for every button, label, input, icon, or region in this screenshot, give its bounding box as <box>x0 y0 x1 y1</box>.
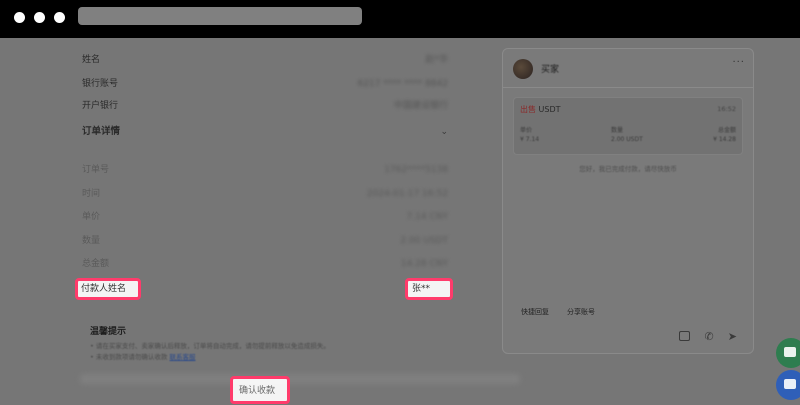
message-icon <box>784 347 796 357</box>
detail-row-quantity: 数量 2.00 USDT <box>82 233 448 249</box>
card-quantity: 数量 2.00 USDT <box>611 126 643 144</box>
confirm-receipt-label: 确认收款 <box>239 386 276 396</box>
send-icon[interactable]: ➤ <box>728 330 737 343</box>
chat-contact-name: 买家 <box>541 65 560 75</box>
card-quantity-value: 2.00 USDT <box>611 136 643 143</box>
window-dot-icon <box>14 12 25 23</box>
footer-bar <box>80 374 520 384</box>
order-no-value: 1762****5138 <box>384 165 448 175</box>
divider <box>503 87 753 88</box>
bank-label: 开户银行 <box>82 101 119 111</box>
tips-panel: 温馨提示 • 请在买家支付、卖家确认后释放，订单将自动完成，请勿提前释放以免造成… <box>90 324 470 363</box>
detail-row-order-no: 订单号 1762****5138 <box>82 162 448 178</box>
chat-fab-button[interactable] <box>776 338 800 368</box>
chat-toolbar: ✆ ➤ <box>670 325 737 343</box>
window-dot-icon <box>54 12 65 23</box>
total-value: 14.28 CNY <box>400 259 448 269</box>
card-price: 单价 ¥ 7.14 <box>520 126 539 144</box>
order-details-header[interactable]: 订单详情 ⌄ <box>82 124 448 140</box>
support-link[interactable]: 联系客服 <box>169 353 195 361</box>
order-time: 16:52 <box>717 105 736 113</box>
tip-line: • 请在买家支付、卖家确认后释放，订单将自动完成，请勿提前释放以免造成损失。 <box>90 342 330 350</box>
chat-hint: 您好，我已完成付款，请尽快放币 <box>579 165 677 173</box>
order-type: 出售 USDT <box>520 104 561 115</box>
payer-name-value: 张** <box>412 284 431 294</box>
detail-row-price: 单价 7.14 CNY <box>82 209 448 225</box>
price-label: 单价 <box>82 212 101 222</box>
card-price-label: 单价 <box>520 127 533 134</box>
window-dot-icon <box>34 12 45 23</box>
detail-row-time: 时间 2024-01-17 16:52 <box>82 186 448 202</box>
detail-row-account: 银行账号 6217 **** **** 8842 <box>82 76 448 92</box>
quantity-label: 数量 <box>82 236 101 246</box>
more-icon[interactable]: ··· <box>732 57 745 68</box>
phone-icon[interactable]: ✆ <box>704 330 713 343</box>
chat-bubble-icon <box>784 379 796 389</box>
quantity-value: 2.00 USDT <box>400 236 448 246</box>
payer-name-label: 付款人姓名 <box>81 284 127 294</box>
support-fab-button[interactable] <box>776 370 800 400</box>
order-details-title: 订单详情 <box>82 126 121 137</box>
detail-row-total: 总金额 14.28 CNY <box>82 256 448 272</box>
bank-value: 中国建设银行 <box>393 101 448 111</box>
order-no-label: 订单号 <box>82 165 110 175</box>
avatar <box>513 59 533 79</box>
time-label: 时间 <box>82 189 101 199</box>
payer-name-value-highlight: 张** <box>405 278 453 300</box>
card-total: 总金额 ¥ 14.28 <box>713 126 736 144</box>
tip-text: • 未收到款项请勿确认收款 <box>90 353 168 361</box>
tip-line-2: • 未收到款项请勿确认收款 联系客服 <box>90 352 470 363</box>
price-value: 7.14 CNY <box>406 212 448 222</box>
order-side: 出售 <box>520 105 536 114</box>
order-summary-card: 出售 USDT 16:52 单价 ¥ 7.14 数量 2.00 USDT 总金额… <box>513 97 743 155</box>
card-quantity-label: 数量 <box>611 127 624 134</box>
tips-title: 温馨提示 <box>90 327 127 337</box>
time-value: 2024-01-17 16:52 <box>366 189 448 199</box>
window-chrome <box>0 0 800 38</box>
account-label: 银行账号 <box>82 79 119 89</box>
card-total-label: 总金额 <box>717 127 736 134</box>
image-icon[interactable] <box>679 330 691 341</box>
detail-row-name: 姓名 赵*华 <box>82 52 448 68</box>
card-total-value: ¥ 14.28 <box>713 136 736 143</box>
card-price-value: ¥ 7.14 <box>520 136 540 143</box>
payer-name-label-highlight: 付款人姓名 <box>75 278 141 300</box>
name-value: 赵*华 <box>425 55 448 65</box>
chevron-down-icon[interactable]: ⌄ <box>440 124 448 140</box>
chat-panel: 买家 ··· 出售 USDT 16:52 单价 ¥ 7.14 数量 2.00 U… <box>502 48 754 354</box>
address-bar[interactable] <box>78 7 362 25</box>
confirm-receipt-button[interactable]: 确认收款 <box>230 376 290 404</box>
order-page: 姓名 赵*华 银行账号 6217 **** **** 8842 开户银行 中国建… <box>0 38 800 405</box>
share-account-button[interactable]: 分享账号 <box>567 307 595 317</box>
total-label: 总金额 <box>82 259 110 269</box>
detail-row-bank: 开户银行 中国建设银行 <box>82 98 448 114</box>
name-label: 姓名 <box>82 55 101 65</box>
order-coin: USDT <box>538 105 561 114</box>
quick-reply-button[interactable]: 快捷回复 <box>521 307 549 317</box>
account-value: 6217 **** **** 8842 <box>357 79 448 89</box>
